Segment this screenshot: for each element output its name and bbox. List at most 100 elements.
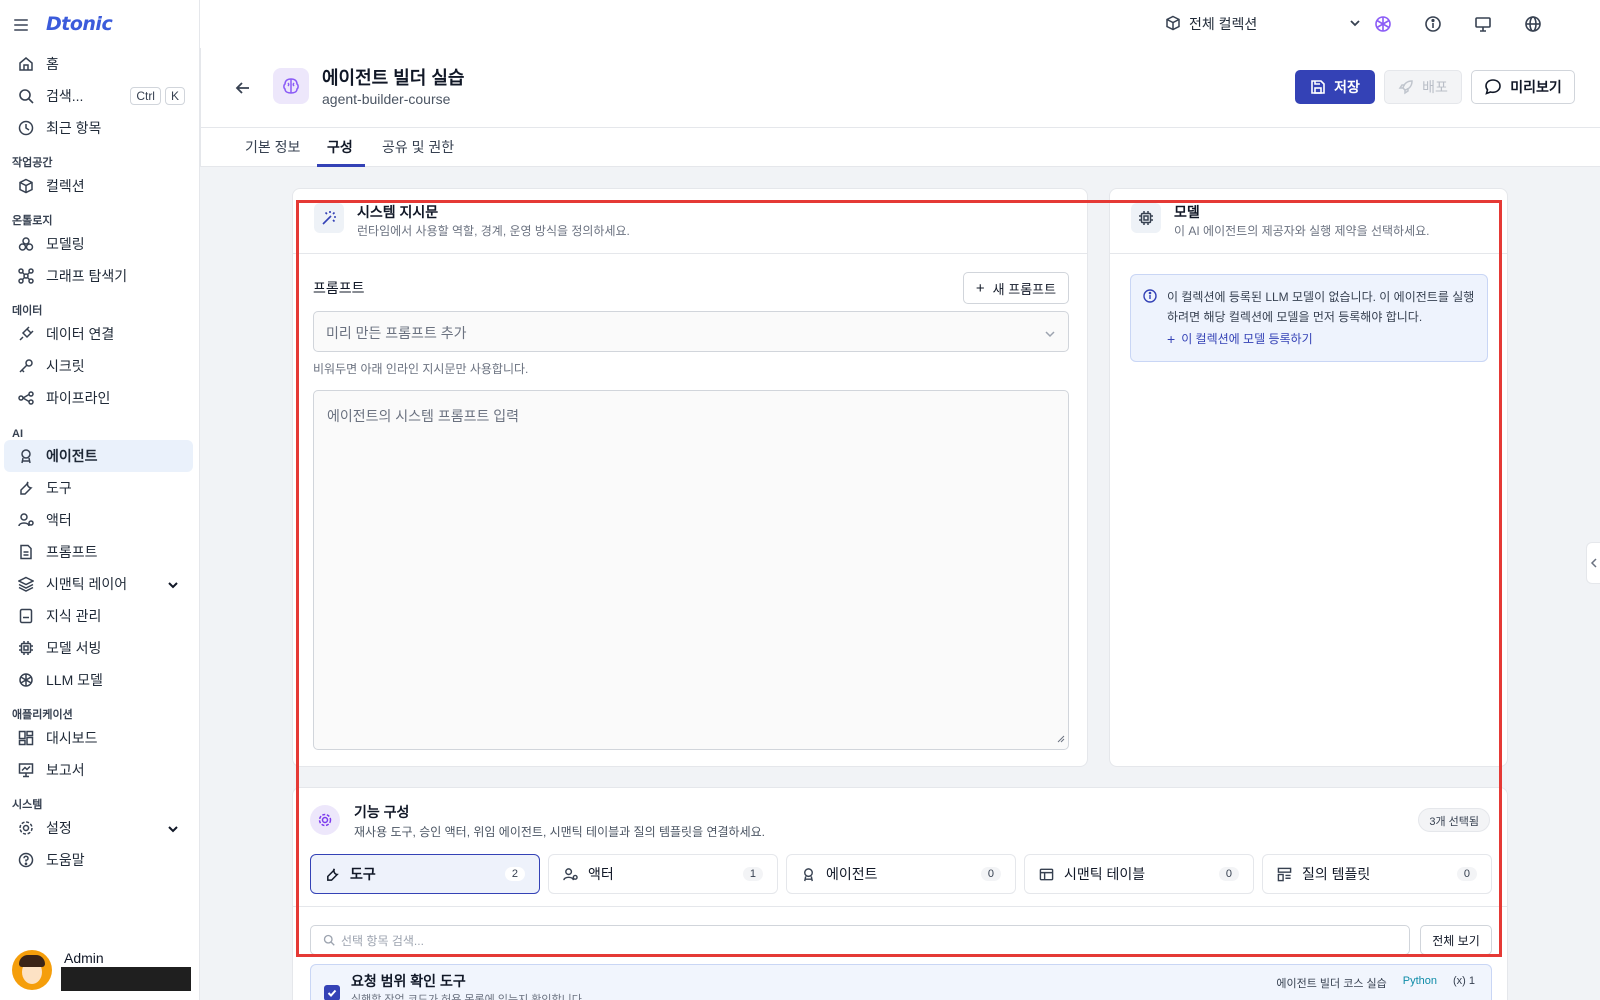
checkbox-checked[interactable] <box>324 985 340 1000</box>
dashboard-icon <box>18 730 34 746</box>
sidebar-item-actor[interactable]: 액터 <box>4 504 193 536</box>
sidebar-item-search[interactable]: 검색... Ctrl K <box>4 80 193 112</box>
preview-button[interactable]: 미리보기 <box>1471 70 1575 104</box>
globe-icon[interactable] <box>1523 14 1543 34</box>
save-button[interactable]: 저장 <box>1295 70 1375 104</box>
sidebar-item-report[interactable]: 보고서 <box>4 754 193 786</box>
sidebar-item-settings[interactable]: 설정 <box>4 812 193 844</box>
sidebar-item-secret[interactable]: 시크릿 <box>4 350 193 382</box>
magic-wand-icon <box>314 203 344 233</box>
info-icon[interactable] <box>1423 14 1443 34</box>
tab-basic-info[interactable]: 기본 정보 <box>245 137 300 157</box>
rocket-icon <box>1398 79 1414 95</box>
selection-search-input[interactable]: 선택 항목 검색... <box>310 925 1410 955</box>
sidebar-item-modeling[interactable]: 모델링 <box>4 228 193 260</box>
no-model-alert: 이 컬렉션에 등록된 LLM 모델이 없습니다. 이 에이전트를 실행하려면 해… <box>1130 274 1488 362</box>
back-arrow-icon[interactable] <box>235 80 251 99</box>
sidebar-item-llm[interactable]: LLM 모델 <box>4 664 193 696</box>
feature-tab-query-templates[interactable]: 질의 템플릿 0 <box>1262 854 1492 894</box>
search-icon <box>323 934 335 946</box>
feature-tab-tools[interactable]: 도구 2 <box>310 854 540 894</box>
save-label: 저장 <box>1334 79 1360 95</box>
resize-handle-icon[interactable] <box>1057 730 1065 746</box>
avatar <box>12 950 52 990</box>
view-all-button[interactable]: 전체 보기 <box>1420 925 1492 955</box>
feature-tab-actors[interactable]: 액터 1 <box>548 854 778 894</box>
tab-config[interactable]: 구성 <box>327 137 353 157</box>
page-header: 에이전트 빌더 실습 agent-builder-course 저장 배포 미리… <box>200 48 1600 128</box>
feature-tab-agents[interactable]: 에이전트 0 <box>786 854 1016 894</box>
card-title: 모델 <box>1174 204 1200 220</box>
new-prompt-button[interactable]: + 새 프롬프트 <box>963 272 1069 304</box>
sidebar-item-label: 에이전트 <box>46 448 98 464</box>
sidebar-item-agent[interactable]: 에이전트 <box>4 440 193 472</box>
card-title: 기능 구성 <box>354 804 410 820</box>
sidebar: Dtonic 홈 검색... Ctrl K 최근 항목 작업공간 컬렉션 온톨로… <box>0 0 200 1000</box>
sidebar-item-label: 도움말 <box>46 852 85 868</box>
feature-tab-label: 질의 템플릿 <box>1302 866 1371 882</box>
sidebar-item-model-serving[interactable]: 모델 서빙 <box>4 632 193 664</box>
gear-icon <box>310 805 340 835</box>
monitor-icon[interactable] <box>1473 14 1493 34</box>
sidebar-item-label: 대시보드 <box>46 730 98 746</box>
sidebar-item-tool[interactable]: 도구 <box>4 472 193 504</box>
textarea-placeholder: 에이전트의 시스템 프롬프트 입력 <box>327 408 519 424</box>
sidebar-item-knowledge[interactable]: 지식 관리 <box>4 600 193 632</box>
card-title: 시스템 지시문 <box>357 204 439 220</box>
system-instructions-card: 시스템 지시문 런타임에서 사용할 역할, 경계, 운영 방식을 정의하세요. … <box>292 188 1088 767</box>
item-language: Python <box>1402 975 1437 987</box>
new-prompt-label: 새 프롬프트 <box>992 281 1057 297</box>
feature-tab-semantic-tables[interactable]: 시맨틱 테이블 0 <box>1024 854 1254 894</box>
sidebar-item-label: 설정 <box>46 820 72 836</box>
plus-icon: + <box>975 279 985 297</box>
ai-icon[interactable] <box>1373 14 1393 34</box>
sidebar-item-collection[interactable]: 컬렉션 <box>4 170 193 202</box>
sidebar-item-label: 시맨틱 레이어 <box>46 576 128 592</box>
feature-tab-count: 0 <box>1456 867 1477 881</box>
sidebar-item-home[interactable]: 홈 <box>4 48 193 80</box>
sidebar-section-system: 시스템 <box>12 799 43 811</box>
sidebar-item-data-connection[interactable]: 데이터 연결 <box>4 318 193 350</box>
sidebar-item-label: 도구 <box>46 480 72 496</box>
cube-icon <box>1165 15 1181 34</box>
book-icon <box>18 608 34 624</box>
home-icon <box>18 56 34 72</box>
collapse-panel-handle[interactable] <box>1586 542 1600 584</box>
sidebar-item-prompt[interactable]: 프롬프트 <box>4 536 193 568</box>
sidebar-item-label: 모델 서빙 <box>46 640 102 656</box>
sidebar-item-label: 파이프라인 <box>46 390 111 406</box>
sidebar-section-workspace: 작업공간 <box>12 157 53 169</box>
system-prompt-textarea[interactable]: 에이전트의 시스템 프롬프트 입력 <box>313 390 1069 750</box>
shapes-icon <box>18 236 34 252</box>
sidebar-item-pipeline[interactable]: 파이프라인 <box>4 382 193 414</box>
search-icon <box>18 88 34 104</box>
sidebar-section-ontology: 온톨로지 <box>12 215 53 227</box>
item-course: 에이전트 빌더 코스 실습 <box>1276 978 1387 990</box>
collection-selector[interactable]: 전체 컬렉션 <box>1165 14 1257 34</box>
shortcut-hint: Ctrl K <box>126 87 185 105</box>
chevron-down-icon[interactable] <box>167 578 179 594</box>
sidebar-item-help[interactable]: 도움말 <box>4 844 193 876</box>
sidebar-item-semantic[interactable]: 시맨틱 레이어 <box>4 568 193 600</box>
tab-sharing[interactable]: 공유 및 권한 <box>382 137 454 157</box>
sidebar-item-graph[interactable]: 그래프 탐색기 <box>4 260 193 292</box>
sidebar-item-label: 검색... <box>46 88 84 104</box>
clock-icon <box>18 120 34 136</box>
sidebar-item-dashboard[interactable]: 대시보드 <box>4 722 193 754</box>
register-model-link[interactable]: + 이 컬렉션에 모델 등록하기 <box>1167 330 1313 347</box>
chevron-down-icon[interactable] <box>1348 16 1362 33</box>
chevron-down-icon[interactable] <box>167 822 179 838</box>
deploy-button[interactable]: 배포 <box>1384 70 1462 104</box>
item-description: 실행할 작업 코드가 허용 목록에 있는지 확인합니다. <box>351 994 585 1000</box>
menu-icon[interactable] <box>14 18 28 31</box>
sidebar-item-label: 최근 항목 <box>46 120 102 136</box>
page-subtitle: agent-builder-course <box>322 91 451 107</box>
save-icon <box>1310 79 1326 95</box>
openai-icon <box>18 672 34 688</box>
cube-icon <box>18 178 34 194</box>
selected-tool-item[interactable]: 요청 범위 확인 도구 실행할 작업 코드가 허용 목록에 있는지 확인합니다.… <box>310 964 1492 1000</box>
user-name: Admin <box>64 950 104 966</box>
sidebar-item-recent[interactable]: 최근 항목 <box>4 112 193 144</box>
chat-icon <box>1484 78 1502 96</box>
prompt-select[interactable]: 미리 만든 프롬프트 추가 <box>313 311 1069 352</box>
